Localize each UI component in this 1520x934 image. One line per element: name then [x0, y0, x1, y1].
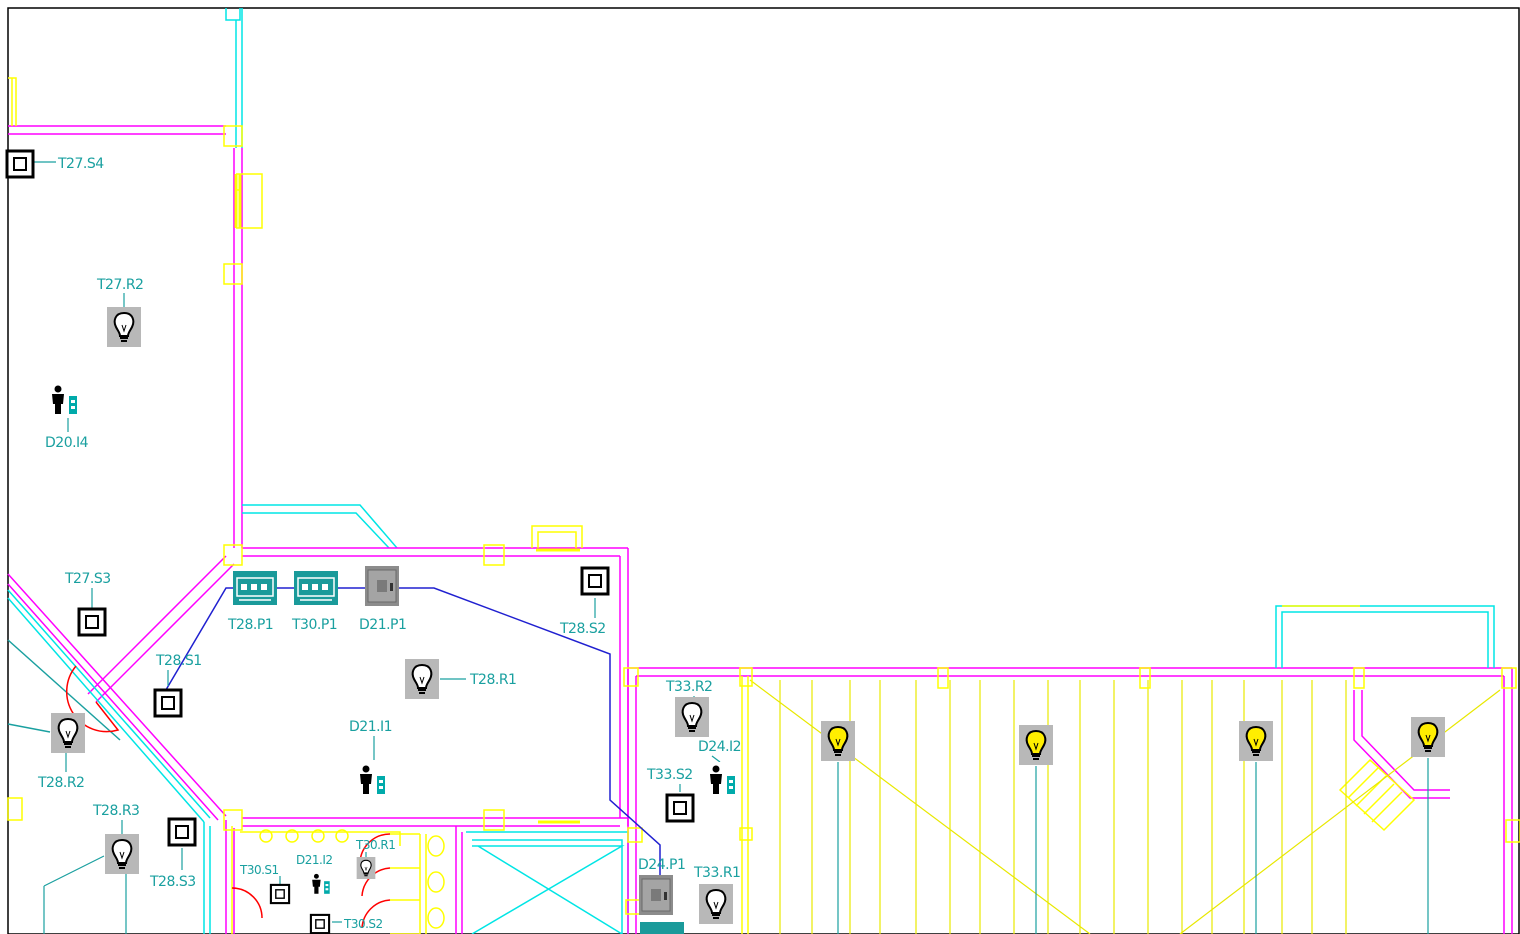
panel-device-icon[interactable] — [640, 922, 684, 934]
columns — [7, 125, 1520, 915]
light-bulb-icon[interactable] — [50, 712, 86, 754]
label-t28-r2: T28.R2 — [37, 775, 84, 791]
panel-device-icon[interactable] — [232, 570, 278, 606]
label-t28-p1: T28.P1 — [227, 617, 273, 633]
label-t28-s2: T28.S2 — [559, 621, 606, 637]
switch-icon[interactable] — [580, 566, 610, 596]
presence-sensor-icon[interactable] — [310, 871, 334, 897]
switch-icon[interactable] — [309, 913, 331, 934]
label-d20-i4: D20.I4 — [45, 435, 89, 451]
light-bulb-icon[interactable] — [1018, 724, 1054, 766]
label-t30-p1: T30.P1 — [291, 617, 337, 633]
switch-icon[interactable] — [77, 607, 107, 637]
switch-icon[interactable] — [167, 817, 197, 847]
panel-device-icon[interactable] — [293, 570, 339, 606]
label-t30-s2: T30.S2 — [343, 917, 383, 931]
label-t33-r2: T33.R2 — [665, 679, 712, 695]
label-t30-s1: T30.S1 — [239, 863, 279, 877]
label-t27-s4: T27.S4 — [57, 156, 104, 172]
label-d24-i2: D24.I2 — [698, 739, 741, 755]
label-t27-s3: T27.S3 — [64, 571, 111, 587]
label-t28-r3: T28.R3 — [92, 803, 139, 819]
light-bulb-icon[interactable] — [1238, 720, 1274, 762]
label-d21-i2: D21.I2 — [296, 853, 333, 867]
light-bulb-icon[interactable] — [404, 658, 440, 700]
light-bulb-icon[interactable] — [356, 856, 376, 880]
light-bulb-icon[interactable] — [104, 833, 140, 875]
cabinet-icon[interactable] — [364, 565, 400, 607]
switch-icon[interactable] — [5, 149, 35, 179]
switch-icon[interactable] — [153, 688, 183, 718]
light-bulb-icon[interactable] — [674, 696, 710, 738]
label-t28-s1: T28.S1 — [155, 653, 202, 669]
fixtures — [259, 829, 445, 929]
switch-icon[interactable] — [665, 793, 695, 823]
light-bulb-icon[interactable] — [820, 720, 856, 762]
label-d24-p1: D24.P1 — [638, 857, 685, 873]
light-bulb-icon[interactable] — [698, 883, 734, 925]
label-t27-r2: T27.R2 — [96, 277, 143, 293]
switch-icon[interactable] — [269, 883, 291, 905]
label-t33-r1: T33.R1 — [693, 865, 740, 881]
label-d21-p1: D21.P1 — [359, 617, 406, 633]
label-t33-s2: T33.S2 — [646, 767, 693, 783]
floor-plan-canvas[interactable]: T27.S4 T27.R2 D20.I4 T27.S3 T28.P1 T30.P… — [0, 0, 1520, 934]
label-t30-r1: T30.R1 — [355, 838, 395, 852]
label-t28-s3: T28.S3 — [149, 874, 196, 890]
label-t28-r1: T28.R1 — [469, 672, 516, 688]
light-bulb-icon[interactable] — [1410, 716, 1446, 758]
presence-sensor-icon[interactable] — [707, 762, 741, 798]
cabinet-icon[interactable] — [638, 874, 674, 916]
presence-sensor-icon[interactable] — [49, 382, 83, 418]
presence-sensor-icon[interactable] — [357, 762, 391, 798]
light-bulb-icon[interactable] — [106, 306, 142, 348]
walls — [7, 8, 1513, 934]
label-d21-i1: D21.I1 — [349, 719, 392, 735]
